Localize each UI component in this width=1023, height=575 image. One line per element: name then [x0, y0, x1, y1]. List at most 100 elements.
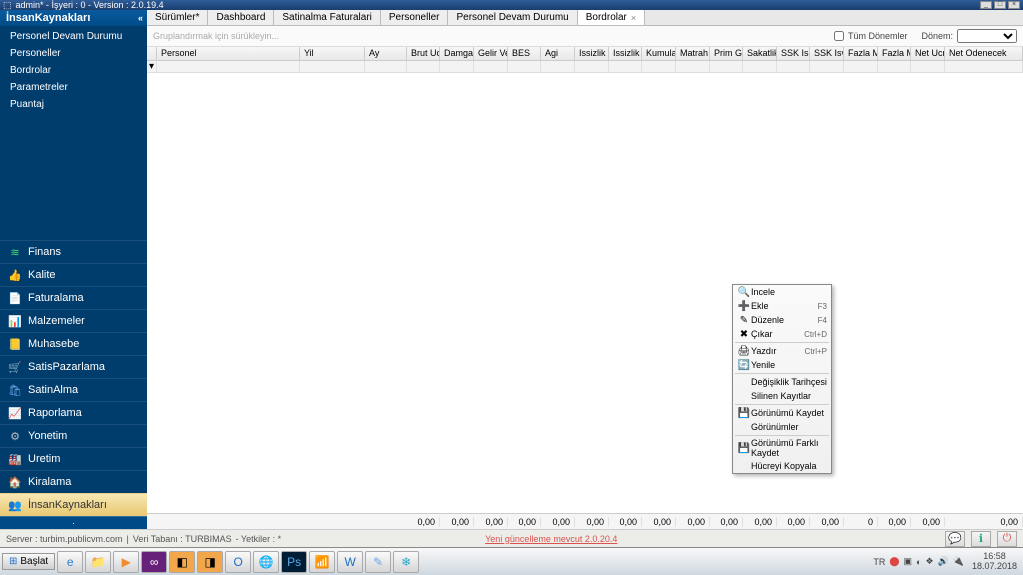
- context-menu-item[interactable]: 🖨YazdırCtrl+P: [733, 344, 831, 358]
- column-header[interactable]: Sakatlik I...: [743, 47, 777, 60]
- collapse-icon[interactable]: «: [138, 13, 143, 23]
- nav-item-faturalama[interactable]: 📄 Faturalama: [0, 286, 147, 309]
- tray-icon-3[interactable]: ◐: [916, 557, 921, 567]
- app4-icon[interactable]: ❄: [393, 551, 419, 573]
- column-header[interactable]: SSK Isci ...: [777, 47, 810, 60]
- tab[interactable]: Personel Devam Durumu: [448, 10, 577, 25]
- nav-item-satinalma[interactable]: 🛍SatinAlma: [0, 378, 147, 401]
- context-menu-item[interactable]: 💾Görünümü Kaydet: [733, 406, 831, 420]
- column-header[interactable]: BES: [508, 47, 541, 60]
- submenu-item[interactable]: Bordrolar: [0, 62, 147, 79]
- nav-item-raporlama[interactable]: 📈Raporlama: [0, 401, 147, 424]
- nav-item-i̇nsankaynakları[interactable]: 👥İnsanKaynakları: [0, 493, 147, 516]
- info-icon[interactable]: ℹ: [971, 531, 991, 547]
- context-menu-item[interactable]: Görünümler: [733, 420, 831, 434]
- context-menu-item[interactable]: 🔍Incele: [733, 285, 831, 299]
- column-header[interactable]: Brut Ucret: [407, 47, 440, 60]
- grid-filter-row[interactable]: ▾: [147, 61, 1023, 73]
- tab[interactable]: Personeller: [381, 10, 449, 25]
- submenu-item[interactable]: Puantaj: [0, 96, 147, 113]
- tab[interactable]: Bordrolar×: [578, 10, 645, 25]
- total-cell: 0,00: [541, 517, 575, 527]
- all-periods-checkbox[interactable]: [834, 31, 844, 41]
- lang-indicator[interactable]: TR: [873, 557, 885, 567]
- nav-item-yonetim[interactable]: ⚙Yonetim: [0, 424, 147, 447]
- outlook-icon[interactable]: O: [225, 551, 251, 573]
- chrome-icon[interactable]: 🌐: [253, 551, 279, 573]
- ie-icon[interactable]: e: [57, 551, 83, 573]
- vs-icon[interactable]: ∞: [141, 551, 167, 573]
- nav-label: Faturalama: [28, 292, 84, 304]
- nav-item-muhasebe[interactable]: 📒Muhasebe: [0, 332, 147, 355]
- tray-network-icon[interactable]: 🔌: [953, 556, 964, 567]
- word-icon[interactable]: W: [337, 551, 363, 573]
- tab[interactable]: Dashboard: [208, 10, 274, 25]
- column-header[interactable]: Issizlik Is...: [575, 47, 609, 60]
- submenu-item[interactable]: Parametreler: [0, 79, 147, 96]
- column-header[interactable]: Kumulati...: [642, 47, 676, 60]
- app1-icon[interactable]: ◧: [169, 551, 195, 573]
- start-button[interactable]: ⊞ Başlat: [2, 553, 55, 570]
- exit-icon[interactable]: ⏻: [997, 531, 1017, 547]
- app3-icon[interactable]: ✎: [365, 551, 391, 573]
- context-menu-item[interactable]: 🔄Yenile: [733, 358, 831, 372]
- tab[interactable]: Sürümler*: [147, 10, 208, 25]
- nav-item-satispazarlama[interactable]: 🛒SatisPazarlama: [0, 355, 147, 378]
- nav-item-kalite[interactable]: 👍Kalite: [0, 263, 147, 286]
- column-header[interactable]: Gelir Vergisi: [474, 47, 508, 60]
- submenu-item[interactable]: Personeller: [0, 45, 147, 62]
- chat-icon[interactable]: 💬: [945, 531, 965, 547]
- column-header[interactable]: SSK Isve...: [810, 47, 844, 60]
- context-menu-item[interactable]: ✎DüzenleF4: [733, 313, 831, 327]
- column-header[interactable]: Fazla Me...: [878, 47, 911, 60]
- maximize-button[interactable]: □: [994, 1, 1006, 9]
- clock[interactable]: 16:58 18.07.2018: [968, 552, 1021, 572]
- context-menu-item[interactable]: ➕EkleF3: [733, 299, 831, 313]
- context-menu-item[interactable]: Hücreyi Kopyala: [733, 459, 831, 473]
- nav-item-uretim[interactable]: 🏭Uretim: [0, 447, 147, 470]
- column-header[interactable]: Ay: [365, 47, 407, 60]
- tray-icon-4[interactable]: ❖: [925, 556, 933, 567]
- column-header[interactable]: Net Odenecek: [945, 47, 1023, 60]
- column-header[interactable]: Matrah: [676, 47, 710, 60]
- total-cell: 0,00: [777, 517, 810, 527]
- column-header[interactable]: Prim Gunu: [710, 47, 743, 60]
- grid-body[interactable]: 🔍Incele➕EkleF3✎DüzenleF4✖ÇıkarCtrl+D 🖨Yaz…: [147, 73, 1023, 513]
- update-link[interactable]: Yeni güncelleme mevcut 2.0.20.4: [485, 534, 617, 544]
- tab-close-icon[interactable]: ×: [631, 13, 636, 23]
- minimize-button[interactable]: _: [980, 1, 992, 9]
- submenu-item[interactable]: Personel Devam Durumu: [0, 28, 147, 45]
- app2-icon[interactable]: ◨: [197, 551, 223, 573]
- column-header[interactable]: Agi: [541, 47, 575, 60]
- column-header[interactable]: Damga V...: [440, 47, 474, 60]
- column-header[interactable]: Fazla Me...: [844, 47, 878, 60]
- column-header[interactable]: Net Ucret: [911, 47, 945, 60]
- sidebar-splitter[interactable]: ·: [0, 516, 147, 529]
- menu-icon: [737, 390, 751, 402]
- nav-item-kiralama[interactable]: 🏠Kiralama: [0, 470, 147, 493]
- media-icon[interactable]: ▶: [113, 551, 139, 573]
- tray-volume-icon[interactable]: 🔊: [938, 556, 949, 567]
- ps-icon[interactable]: Ps: [281, 551, 307, 573]
- context-menu-item[interactable]: Değişiklik Tarihçesi: [733, 375, 831, 389]
- menu-label: Değişiklik Tarihçesi: [751, 377, 827, 387]
- wifi-icon[interactable]: 📶: [309, 551, 335, 573]
- tab[interactable]: Satinalma Faturalari: [274, 10, 380, 25]
- context-menu-item[interactable]: ✖ÇıkarCtrl+D: [733, 327, 831, 341]
- total-cell: 0,00: [810, 517, 844, 527]
- explorer-icon[interactable]: 📁: [85, 551, 111, 573]
- close-button[interactable]: ×: [1008, 1, 1020, 9]
- context-menu-item[interactable]: 💾Görünümü Farklı Kaydet: [733, 437, 831, 459]
- tray-icon-1[interactable]: ⬤: [889, 556, 899, 567]
- column-header[interactable]: Personel: [157, 47, 300, 60]
- context-menu-item[interactable]: Silinen Kayıtlar: [733, 389, 831, 403]
- nav-icon: 📄: [8, 291, 22, 305]
- sidebar-header[interactable]: İnsanKaynakları «: [0, 10, 147, 26]
- column-header[interactable]: Yil: [300, 47, 365, 60]
- all-periods-label: Tüm Dönemler: [848, 31, 908, 41]
- nav-item-finans[interactable]: ≋Finans: [0, 240, 147, 263]
- nav-item-malzemeler[interactable]: 📊Malzemeler: [0, 309, 147, 332]
- tray-icon-2[interactable]: ▣: [903, 556, 912, 567]
- column-header[interactable]: Issizlik Is...: [609, 47, 642, 60]
- period-select[interactable]: [957, 29, 1017, 43]
